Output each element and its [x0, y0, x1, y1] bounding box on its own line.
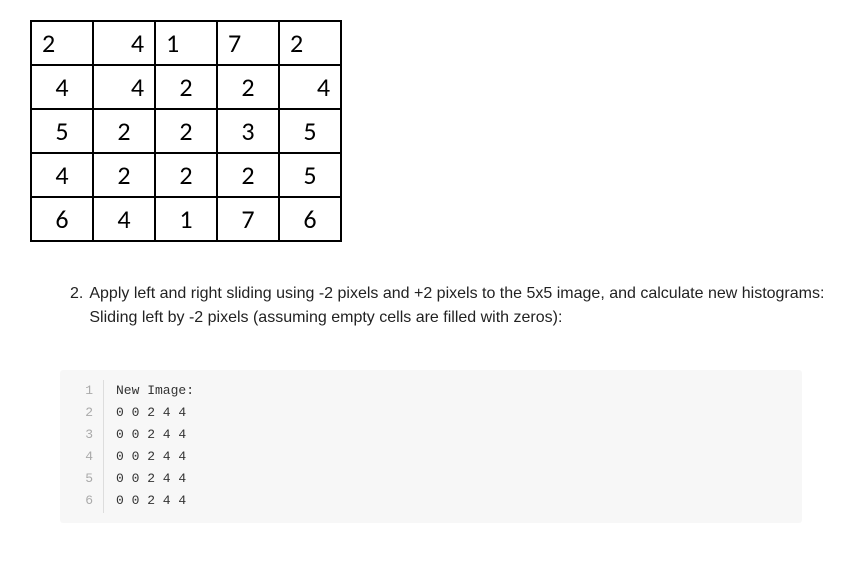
- grid-cell: 2: [31, 21, 93, 65]
- line-number: 3: [60, 424, 104, 446]
- code-line: 40 0 2 4 4: [60, 446, 802, 468]
- grid-cell: 5: [279, 109, 341, 153]
- grid-cell: 6: [279, 197, 341, 241]
- grid-cell: 4: [93, 197, 155, 241]
- question-number: 2.: [70, 282, 83, 330]
- grid-cell: 2: [279, 21, 341, 65]
- grid-cell: 4: [93, 65, 155, 109]
- code-line: 1New Image:: [60, 380, 802, 402]
- line-number: 6: [60, 490, 104, 512]
- grid-cell: 4: [31, 153, 93, 197]
- code-block: 1New Image:20 0 2 4 430 0 2 4 440 0 2 4 …: [60, 370, 802, 523]
- code-line: 50 0 2 4 4: [60, 468, 802, 490]
- line-number: 5: [60, 468, 104, 490]
- line-content: 0 0 2 4 4: [104, 446, 186, 468]
- grid-cell: 6: [31, 197, 93, 241]
- grid-cell: 7: [217, 21, 279, 65]
- grid-cell: 2: [93, 109, 155, 153]
- grid-cell: 2: [93, 153, 155, 197]
- grid-cell: 2: [155, 65, 217, 109]
- grid-cell: 4: [279, 65, 341, 109]
- grid-cell: 2: [155, 153, 217, 197]
- line-number: 1: [60, 380, 104, 402]
- grid-cell: 4: [31, 65, 93, 109]
- grid-cell: 7: [217, 197, 279, 241]
- grid-cell: 1: [155, 21, 217, 65]
- grid-cell: 3: [217, 109, 279, 153]
- grid-cell: 1: [155, 197, 217, 241]
- question-text: Apply left and right sliding using -2 pi…: [89, 282, 832, 330]
- grid-cell: 5: [31, 109, 93, 153]
- code-line: 60 0 2 4 4: [60, 490, 802, 512]
- line-content: 0 0 2 4 4: [104, 402, 186, 424]
- grid-cell: 2: [155, 109, 217, 153]
- code-line: 30 0 2 4 4: [60, 424, 802, 446]
- line-content: 0 0 2 4 4: [104, 424, 186, 446]
- line-number: 4: [60, 446, 104, 468]
- line-content: 0 0 2 4 4: [104, 468, 186, 490]
- grid-cell: 5: [279, 153, 341, 197]
- code-line: 20 0 2 4 4: [60, 402, 802, 424]
- grid-cell: 4: [93, 21, 155, 65]
- line-number: 2: [60, 402, 104, 424]
- image-grid: 2417244224522354222564176: [30, 20, 342, 242]
- line-content: New Image:: [104, 380, 194, 402]
- grid-cell: 2: [217, 65, 279, 109]
- question-item: 2. Apply left and right sliding using -2…: [70, 282, 832, 330]
- grid-cell: 2: [217, 153, 279, 197]
- line-content: 0 0 2 4 4: [104, 490, 186, 512]
